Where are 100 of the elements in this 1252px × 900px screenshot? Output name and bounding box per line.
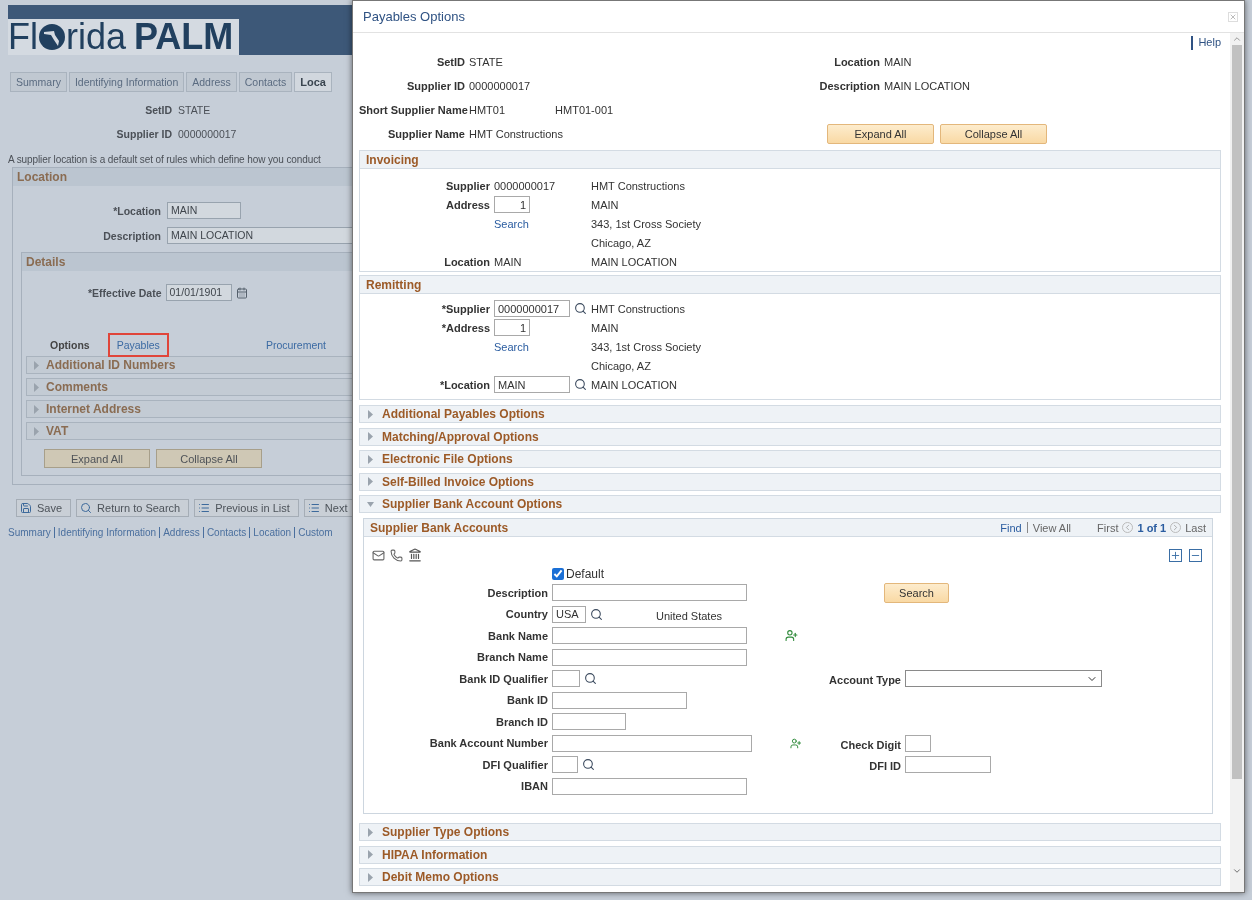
collapsed-section[interactable]: Internet Address [26,400,352,418]
tab[interactable]: Address [186,72,237,92]
scroll-up-icon[interactable] [1232,34,1242,44]
mail-icon[interactable] [372,548,385,562]
input-field[interactable]: MAIN LOCATION [167,227,352,244]
search-link[interactable]: Search [494,217,587,230]
scrollbar[interactable] [1230,33,1244,892]
expand-triangle-icon[interactable] [367,827,374,837]
help-link[interactable]: Help [1191,36,1221,50]
phone-icon[interactable] [390,548,403,562]
field-value: Chicago, AZ [591,236,652,249]
expand-triangle-icon[interactable] [367,850,374,859]
field-label: Location [443,255,490,268]
search-icon[interactable] [574,378,587,391]
bank-icon[interactable] [408,548,422,562]
expand-triangle-icon[interactable] [33,426,40,436]
search-link[interactable]: Search [494,340,587,353]
toolbar-button[interactable]: Return to Search [76,499,190,517]
toolbar-button[interactable]: Save [16,499,72,517]
collapsed-section[interactable]: Comments [26,378,352,396]
toolbar-button[interactable]: Previous in List [194,499,299,517]
search-button[interactable]: Search [884,582,949,603]
expand-triangle-icon[interactable] [367,454,374,464]
link[interactable]: Procurement [256,333,335,357]
field-label: *Location [112,204,161,217]
collapsed-section[interactable]: Additional ID Numbers [26,356,352,374]
input-field[interactable]: 1 [494,319,530,336]
input-field[interactable]: 1 [494,196,530,213]
scroll-down-icon[interactable] [1232,866,1242,876]
collapsed-section[interactable]: Debit Memo Options [359,868,1221,886]
calendar-icon[interactable] [235,286,248,299]
field-value: MAIN [591,198,620,211]
link[interactable]: Location [253,527,292,538]
dropdown-field[interactable] [905,670,1102,688]
link[interactable]: Identifying Information [57,527,157,538]
input-field[interactable] [552,627,747,645]
delete-row-button[interactable] [1189,548,1202,562]
expanded-section[interactable]: Supplier Bank Account Options [359,495,1221,513]
tab[interactable]: Contacts [238,72,293,92]
input-field[interactable] [552,777,747,795]
options-label: Options [50,339,90,351]
expand-triangle-icon[interactable] [367,872,374,882]
input-field[interactable] [905,734,931,752]
collapsed-section[interactable]: VAT [26,422,352,440]
tab[interactable]: Loca [294,72,332,92]
date-field[interactable]: 01/01/1901 [165,284,232,301]
search-icon[interactable] [584,672,597,686]
link[interactable]: Address [163,527,200,538]
first-label: First [1097,521,1119,534]
input-field[interactable]: MAIN [494,376,570,393]
collapsed-section[interactable]: HIPAA Information [359,845,1221,864]
expand-triangle-icon[interactable] [33,404,40,414]
search-icon[interactable] [582,758,595,772]
field-label: *Effective Date [88,286,162,299]
tab[interactable]: Identifying Information [68,72,185,92]
input-field[interactable] [552,670,580,688]
input-field[interactable]: MAIN [167,202,241,219]
input-field[interactable]: 0000000017 [494,300,570,317]
find-link[interactable]: Find [1000,521,1022,534]
input-field[interactable] [552,756,578,774]
collapsed-section[interactable]: Additional Payables Options [359,405,1221,423]
collapsed-section[interactable]: Self-Billed Invoice Options [359,472,1221,491]
input-field[interactable] [552,648,747,666]
link[interactable]: Summary [8,527,51,538]
link[interactable]: Contacts [206,527,247,538]
input-field[interactable] [552,734,753,752]
expand-triangle-icon[interactable] [33,360,40,370]
button[interactable]: Expand All [44,449,150,468]
search-icon[interactable] [590,607,603,621]
add-row-button[interactable] [1169,548,1182,562]
expand-triangle-icon[interactable] [367,409,374,419]
toolbar-button[interactable]: Next [303,499,352,517]
field-label: Address [444,198,490,211]
user-plus-icon[interactable] [790,736,802,750]
button[interactable]: Expand All [827,124,934,144]
expand-triangle-icon[interactable] [367,477,374,486]
scrollbar-thumb[interactable] [1232,45,1242,779]
tab[interactable]: Summary [10,72,67,92]
link[interactable]: Payables [107,333,169,357]
button[interactable]: Collapse All [156,449,262,468]
default-checkbox[interactable] [552,567,564,580]
collapsed-section[interactable]: Electronic File Options [359,450,1221,468]
input-field[interactable] [905,756,991,774]
collapsed-section[interactable]: Supplier Type Options [359,823,1221,841]
field-label: SetID [435,56,465,68]
input-field[interactable] [552,584,747,602]
view-all-link[interactable]: View All [1032,521,1072,534]
input-field[interactable] [552,691,687,709]
input-field[interactable]: USA [552,605,586,623]
section-title: Invoicing [366,152,419,167]
search-icon[interactable] [574,302,587,315]
link[interactable]: Custom [298,527,333,538]
input-field[interactable] [552,713,626,731]
collapsed-section[interactable]: Matching/Approval Options [359,427,1221,446]
expand-triangle-icon[interactable] [367,432,374,441]
user-plus-icon[interactable] [785,629,798,643]
close-icon[interactable] [1228,11,1238,22]
button[interactable]: Collapse All [940,124,1047,144]
expand-triangle-icon[interactable] [33,382,40,392]
collapse-triangle-icon[interactable] [367,499,374,509]
